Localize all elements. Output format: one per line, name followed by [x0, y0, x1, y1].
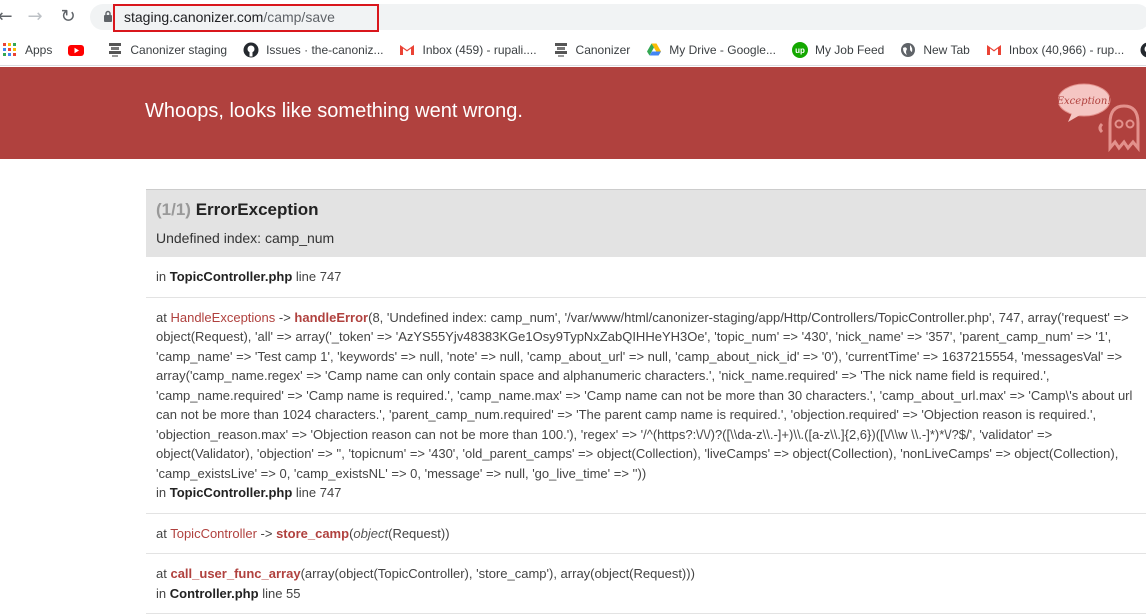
trace-class: TopicController — [170, 525, 257, 541]
globe-icon — [901, 42, 916, 57]
bookmark-canonizer[interactable]: Canonizer — [553, 42, 631, 58]
github-icon — [1140, 42, 1146, 57]
trace-file: Controller.php — [169, 585, 259, 601]
bookmark-label: Apps — [25, 42, 53, 57]
exception-count: (1/1) — [156, 200, 191, 219]
exception-message: Undefined index: camp_num — [156, 230, 335, 246]
bookmark-upwork-job-feed[interactable]: up My Job Feed — [791, 41, 885, 58]
trace-function: call_user_func_array — [170, 566, 301, 581]
trace-args: (8, 'Undefined index: camp_num', '/var/w… — [156, 309, 1133, 481]
trace-frame-3: at call_user_func_array(array(object(Top… — [146, 554, 1146, 614]
trace-function: handleError — [294, 309, 369, 325]
trace-function: store_camp — [276, 525, 350, 541]
trace-file: TopicController.php — [169, 269, 293, 284]
bookmark-gmail-inbox-1[interactable]: Inbox (459) - rupali.... — [399, 42, 537, 58]
bookmark-github-issues[interactable]: Issues · the-canoniz... — [243, 42, 383, 58]
bookmark-label: Inbox (459) - rupali.... — [422, 42, 537, 57]
trace-frame-1: at HandleExceptions -> handleError(8, 'U… — [146, 298, 1146, 514]
reload-icon[interactable]: ↻ — [57, 6, 79, 28]
exception-title: (1/1) ErrorException — [156, 200, 1146, 220]
trace-args-rest: (Request)) — [388, 525, 450, 541]
trace-at: at — [156, 309, 171, 325]
trace-location: in Controller.php line 55 — [156, 584, 1146, 604]
bookmark-label: My Job Feed — [814, 42, 885, 57]
exception-name: ErrorException — [195, 200, 319, 219]
canonizer-icon — [554, 42, 567, 57]
bookmark-google-drive[interactable]: My Drive - Google... — [646, 42, 776, 58]
lock-icon[interactable] — [103, 10, 113, 22]
trace-arrow: -> — [275, 309, 295, 325]
bookmark-new-tab[interactable]: New Tab — [900, 42, 970, 58]
trace-in: in — [156, 269, 170, 284]
bookmark-label: New Tab — [923, 42, 970, 57]
trace-args-type: object — [353, 525, 389, 541]
youtube-icon — [68, 44, 85, 56]
forward-arrow-icon[interactable]: → — [24, 6, 46, 28]
browser-toolbar: ← → ↻ staging.canonizer.com/camp/save — [0, 0, 1146, 34]
exception-ghost-icon: Exception! — [1058, 83, 1140, 153]
trace-line: line 55 — [258, 585, 301, 601]
trace-arrow: -> — [256, 525, 277, 541]
bookmark-label: Canonizer staging — [130, 42, 228, 57]
gmail-icon — [986, 44, 1001, 55]
bookmark-label: Issues · the-canoniz... — [266, 42, 384, 57]
trace-at: at — [156, 566, 171, 581]
trace-frame-2: at TopicController -> store_camp(object(… — [146, 514, 1146, 554]
url-path: /camp/save — [263, 9, 335, 25]
bookmark-github[interactable] — [1140, 42, 1146, 58]
canonizer-icon — [109, 42, 122, 57]
url-host: staging.canonizer.com — [124, 9, 264, 25]
bookmark-label: Canonizer — [575, 42, 631, 57]
trace-args: (array(object(TopicController), 'store_c… — [300, 566, 695, 581]
gmail-icon — [400, 44, 415, 55]
bookmark-canonizer-staging[interactable]: Canonizer staging — [107, 42, 227, 58]
upwork-icon: up — [791, 41, 808, 58]
ghost-speech-text: Exception! — [1058, 96, 1111, 107]
exception-panel: (1/1) ErrorException Undefined index: ca… — [146, 189, 1146, 614]
svg-text:up: up — [795, 46, 805, 55]
trace-call: at call_user_func_array(array(object(Top… — [156, 564, 1146, 584]
trace-line: line 747 — [292, 269, 342, 284]
trace-location: in TopicController.php line 747 — [156, 483, 1146, 503]
trace-call: at HandleExceptions -> handleError(8, 'U… — [156, 308, 1146, 484]
google-drive-icon — [647, 43, 662, 55]
trace-in: in — [156, 485, 170, 500]
bookmark-gmail-inbox-2[interactable]: Inbox (40,966) - rup... — [986, 42, 1124, 58]
apps-grid-icon — [3, 42, 16, 56]
trace-file: TopicController.php — [169, 485, 293, 500]
github-icon — [243, 42, 259, 57]
url-text[interactable]: staging.canonizer.com/camp/save — [124, 9, 335, 25]
trace-in: in — [156, 585, 170, 601]
error-title: Whoops, looks like something went wrong. — [145, 100, 523, 122]
exception-header: (1/1) ErrorException Undefined index: ca… — [146, 189, 1146, 257]
bookmark-apps[interactable]: Apps — [2, 42, 52, 58]
bookmark-label: My Drive - Google... — [669, 42, 776, 57]
bookmark-youtube[interactable] — [68, 42, 91, 58]
trace-line: line 747 — [292, 485, 342, 500]
trace-class: HandleExceptions — [170, 309, 276, 325]
trace-at: at — [156, 525, 171, 541]
back-arrow-icon[interactable]: ← — [0, 6, 16, 28]
bookmarks-bar: Apps Canonizer staging Issues · the-cano… — [0, 34, 1146, 66]
trace-frame-0: in TopicController.php line 747 — [146, 257, 1146, 298]
bookmark-label: Inbox (40,966) - rup... — [1008, 42, 1125, 57]
